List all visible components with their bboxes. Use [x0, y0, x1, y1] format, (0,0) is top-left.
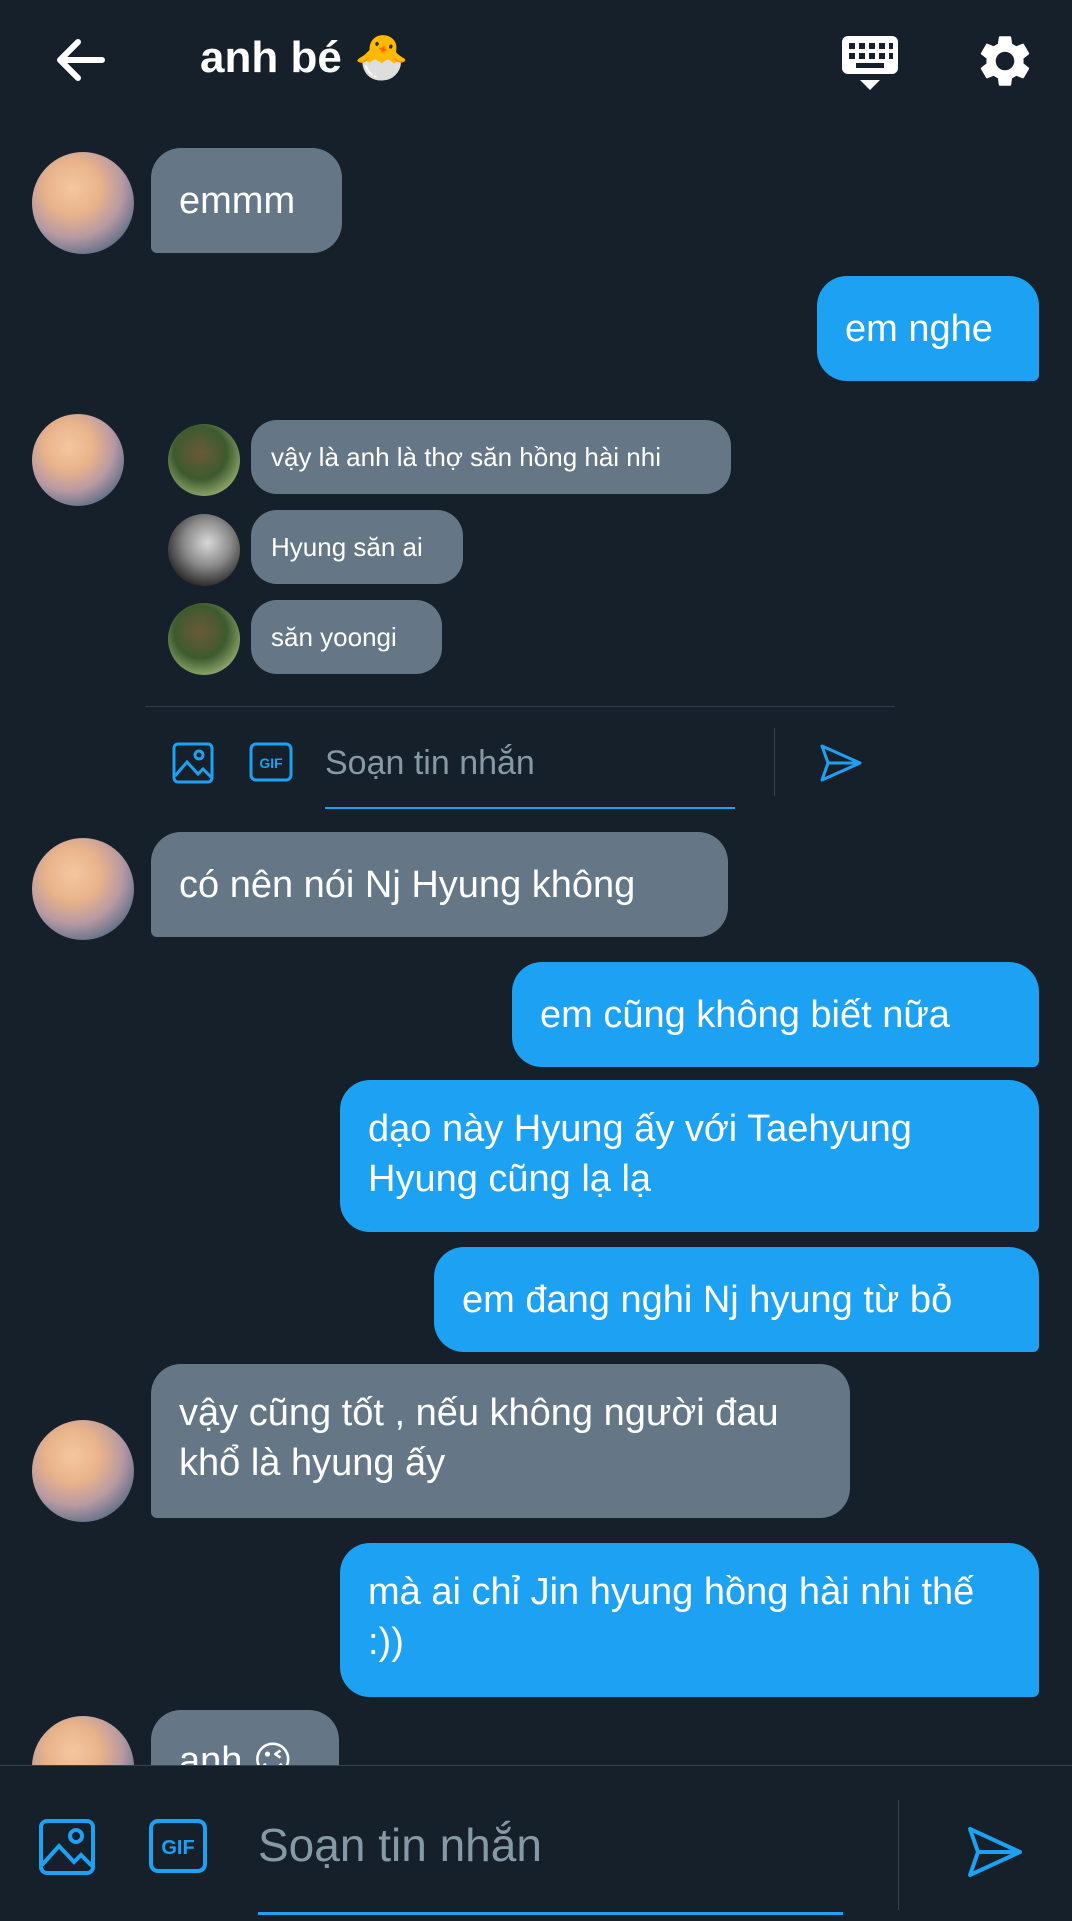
thread-message[interactable]: Hyung săn ai [251, 510, 463, 584]
input-underline [325, 807, 735, 809]
message-bubble-incoming[interactable]: emmm [151, 148, 342, 253]
thread-message[interactable]: vậy là anh là thợ săn hồng hài nhi [251, 420, 731, 494]
message-bubble-outgoing[interactable]: mà ai chỉ Jin hyung hồng hài nhi thế :)) [340, 1543, 1039, 1697]
send-icon[interactable] [818, 740, 864, 786]
thread-avatar [168, 424, 240, 496]
message-clip: anh 😉 [0, 1710, 1072, 1765]
mini-message-input[interactable]: Soạn tin nhắn [325, 740, 735, 786]
message-bubble-incoming[interactable]: vậy cũng tốt , nếu không người đau khổ l… [151, 1364, 850, 1518]
send-icon[interactable] [965, 1822, 1025, 1882]
gear-icon[interactable] [974, 30, 1036, 92]
input-underline [258, 1912, 843, 1915]
message-bubble-incoming[interactable]: có nên nói Nj Hyung không [151, 832, 728, 937]
svg-text:GIF: GIF [161, 1837, 194, 1859]
message-bubble-outgoing[interactable]: em cũng không biết nữa [512, 962, 1039, 1067]
keyboard-icon[interactable] [840, 32, 900, 94]
thread-avatar [168, 514, 240, 586]
avatar[interactable] [32, 1420, 134, 1522]
message-bubble-incoming[interactable]: anh 😉 [151, 1710, 339, 1765]
message-input[interactable]: Soạn tin nhắn [258, 1815, 838, 1875]
avatar[interactable] [32, 1716, 134, 1765]
message-bubble-outgoing[interactable]: em đang nghi Nj hyung từ bỏ [434, 1247, 1039, 1352]
gif-icon[interactable]: GIF [148, 1818, 208, 1874]
avatar[interactable] [32, 414, 124, 506]
separator [774, 728, 775, 796]
thread-avatar [168, 603, 240, 675]
separator [898, 1800, 899, 1910]
image-icon[interactable] [38, 1818, 96, 1876]
message-bubble-outgoing[interactable]: em nghe [817, 276, 1039, 381]
back-arrow-icon[interactable] [50, 30, 110, 90]
gif-icon[interactable]: GIF [249, 742, 293, 782]
conversation-title[interactable]: anh bé 🐣 [200, 28, 409, 88]
thread-message[interactable]: săn yoongi [251, 600, 442, 674]
image-icon[interactable] [172, 742, 214, 784]
svg-text:GIF: GIF [259, 755, 283, 771]
thread-divider [145, 706, 895, 707]
avatar[interactable] [32, 152, 134, 254]
avatar[interactable] [32, 838, 134, 940]
chat-header: anh bé 🐣 [0, 0, 1072, 120]
message-bubble-outgoing[interactable]: dạo này Hyung ấy với Taehyung Hyung cũng… [340, 1080, 1039, 1232]
